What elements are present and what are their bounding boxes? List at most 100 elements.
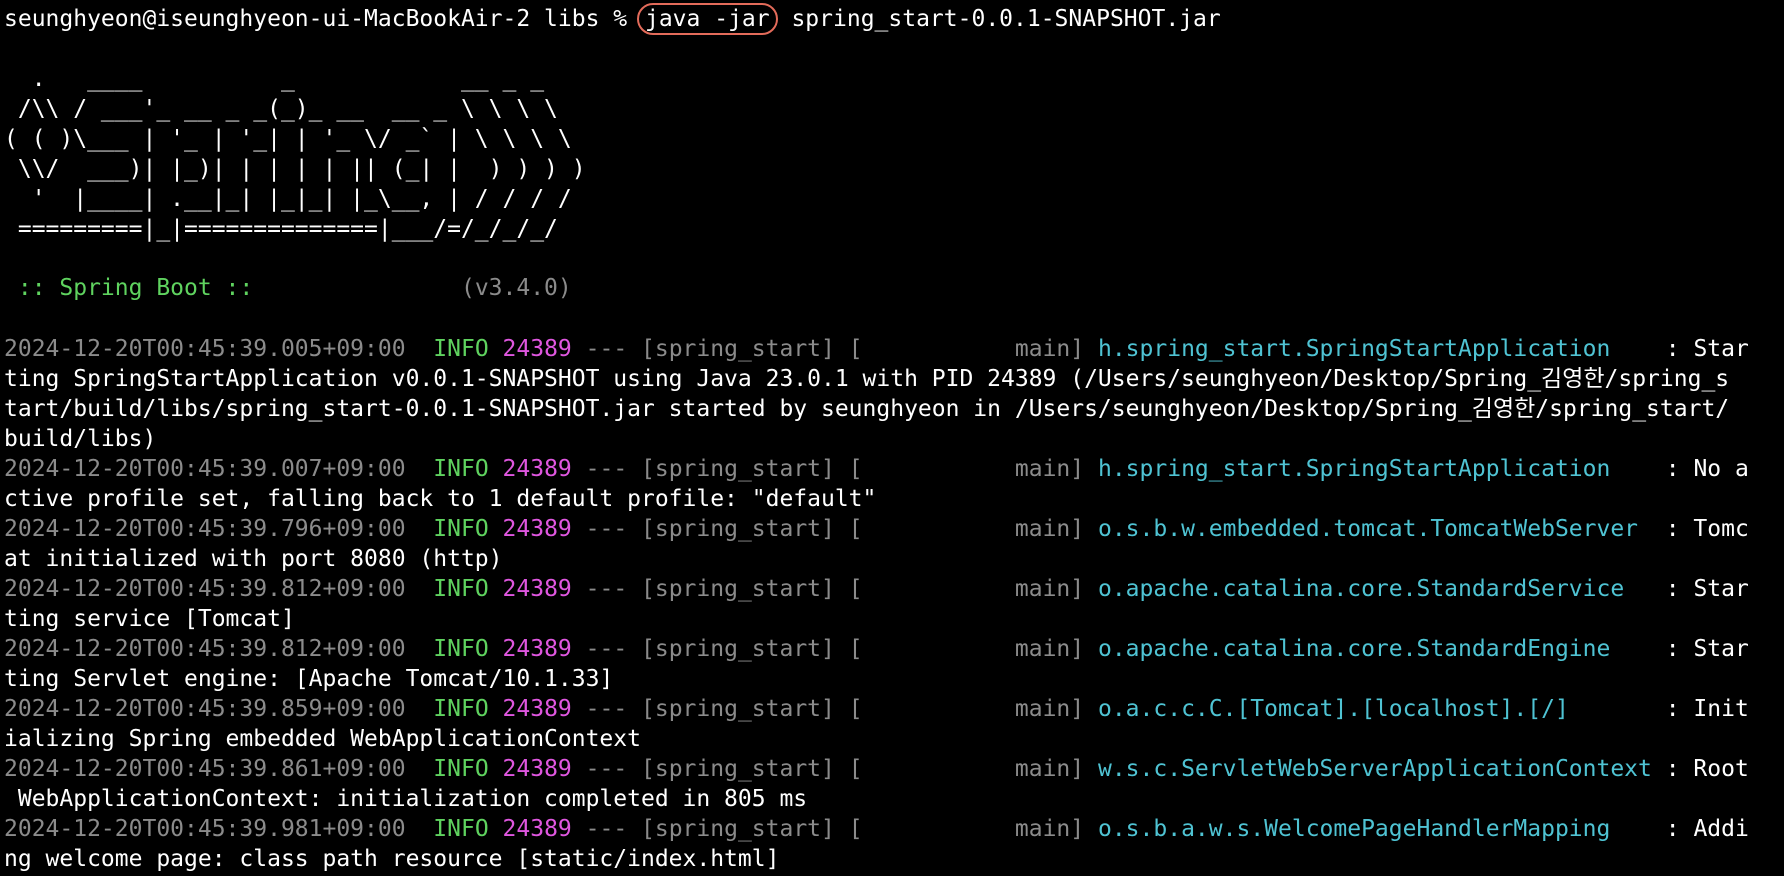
log-timestamp: 2024-12-20T00:45:39.981+09:00 (4, 816, 406, 842)
log-entry: 2024-12-20T00:45:39.812+09:00 INFO 24389… (4, 634, 1749, 664)
highlighted-command: java -jar (636, 3, 778, 35)
log-spacer (406, 516, 434, 542)
log-logger: h.spring_start.SpringStartApplication (1097, 336, 1611, 362)
shell-prompt: seunghyeon@iseunghyeon-ui-MacBookAir-2 l… (4, 6, 641, 32)
banner-line: /\\ / ___'_ __ _ _(_)_ __ __ _ \ \ \ \ (4, 96, 558, 122)
log-message: Root (1693, 756, 1749, 782)
log-logger: o.s.b.a.w.s.WelcomePageHandlerMapping (1097, 816, 1611, 842)
spring-ascii-banner: . ____ _ __ _ _ /\\ / ___'_ __ _ _(_)_ _… (4, 64, 586, 244)
log-spacer (489, 636, 503, 662)
log-spacer (406, 636, 434, 662)
log-message-continuation: tart/build/libs/spring_start-0.0.1-SNAPS… (4, 396, 1730, 422)
log-message: No a (1693, 456, 1749, 482)
log-thread: --- [spring_start] [ main] (571, 336, 1098, 362)
log-logger-separator: : (1624, 576, 1694, 602)
log-spacer (406, 336, 434, 362)
log-pid: 24389 (502, 456, 572, 482)
log-logger-separator: : (1638, 516, 1694, 542)
log-entry: 2024-12-20T00:45:39.859+09:00 INFO 24389… (4, 694, 1749, 724)
command-argument: spring_start-0.0.1-SNAPSHOT.jar (777, 6, 1221, 32)
log-logger-separator: : (1610, 816, 1694, 842)
log-message-continuation: ctive profile set, falling back to 1 def… (4, 486, 877, 512)
log-pid: 24389 (502, 636, 572, 662)
log-timestamp: 2024-12-20T00:45:39.859+09:00 (4, 696, 406, 722)
log-logger: w.s.c.ServletWebServerApplicationContext (1097, 756, 1652, 782)
log-spacer (489, 696, 503, 722)
log-entry: 2024-12-20T00:45:39.005+09:00 INFO 24389… (4, 334, 1749, 364)
log-timestamp: 2024-12-20T00:45:39.005+09:00 (4, 336, 406, 362)
log-level: INFO (433, 576, 489, 602)
log-message-continuation: ting Servlet engine: [Apache Tomcat/10.1… (4, 666, 614, 692)
banner-line: . ____ _ __ _ _ (4, 66, 545, 92)
banner-line: =========|_|==============|___/=/_/_/_/ (4, 216, 558, 242)
log-logger-separator: : (1610, 336, 1694, 362)
log-pid: 24389 (502, 756, 572, 782)
log-spacer (406, 816, 434, 842)
log-spacer (489, 516, 503, 542)
log-spacer (406, 576, 434, 602)
log-message-continuation: ting SpringStartApplication v0.0.1-SNAPS… (4, 366, 1730, 392)
log-pid: 24389 (502, 516, 572, 542)
log-thread: --- [spring_start] [ main] (571, 576, 1098, 602)
log-level: INFO (433, 636, 489, 662)
log-timestamp: 2024-12-20T00:45:39.861+09:00 (4, 756, 406, 782)
log-message: Init (1693, 696, 1749, 722)
banner-line: \\/ ___)| |_)| | | | | || (_| | ) ) ) ) (4, 156, 586, 182)
log-logger: o.a.c.c.C.[Tomcat].[localhost].[/] (1097, 696, 1569, 722)
log-pid: 24389 (502, 696, 572, 722)
log-message: Addi (1693, 816, 1749, 842)
log-logger: h.spring_start.SpringStartApplication (1097, 456, 1611, 482)
log-message-continuation: ializing Spring embedded WebApplicationC… (4, 726, 641, 752)
banner-line: ' |____| .__|_| |_|_| |_\__, | / / / / (4, 186, 572, 212)
log-entry: 2024-12-20T00:45:39.796+09:00 INFO 24389… (4, 514, 1749, 544)
log-level: INFO (433, 756, 489, 782)
log-logger-separator: : (1651, 756, 1694, 782)
log-message-continuation: ting service [Tomcat] (4, 606, 295, 632)
log-spacer (406, 756, 434, 782)
log-logger-separator: : (1610, 636, 1694, 662)
log-pid: 24389 (502, 576, 572, 602)
log-level: INFO (433, 456, 489, 482)
log-level: INFO (433, 696, 489, 722)
log-spacer (489, 756, 503, 782)
log-spacer (406, 456, 434, 482)
log-timestamp: 2024-12-20T00:45:39.796+09:00 (4, 516, 406, 542)
log-spacer (489, 816, 503, 842)
log-entry: 2024-12-20T00:45:39.981+09:00 INFO 24389… (4, 814, 1749, 844)
log-logger-separator: : (1568, 696, 1694, 722)
log-spacer (489, 456, 503, 482)
banner-line: ( ( )\___ | '_ | '_| | '_ \/ _` | \ \ \ … (4, 126, 572, 152)
spring-boot-version-line: :: Spring Boot :: (v3.4.0) (4, 273, 572, 303)
log-spacer (489, 336, 503, 362)
log-spacer (489, 576, 503, 602)
log-message: Star (1693, 636, 1749, 662)
log-message: Star (1693, 576, 1749, 602)
log-timestamp: 2024-12-20T00:45:39.812+09:00 (4, 576, 406, 602)
log-logger: o.s.b.w.embedded.tomcat.TomcatWebServer (1097, 516, 1639, 542)
command-line: seunghyeon@iseunghyeon-ui-MacBookAir-2 l… (4, 3, 1221, 35)
log-level: INFO (433, 336, 489, 362)
log-timestamp: 2024-12-20T00:45:39.812+09:00 (4, 636, 406, 662)
log-thread: --- [spring_start] [ main] (571, 696, 1098, 722)
log-pid: 24389 (502, 336, 572, 362)
log-message-continuation: WebApplicationContext: initialization co… (4, 786, 808, 812)
log-thread: --- [spring_start] [ main] (571, 756, 1098, 782)
log-logger: o.apache.catalina.core.StandardEngine (1097, 636, 1611, 662)
spring-boot-label: :: Spring Boot :: (4, 275, 268, 301)
log-message: Tomc (1693, 516, 1749, 542)
log-pid: 24389 (502, 816, 572, 842)
log-entry: 2024-12-20T00:45:39.007+09:00 INFO 24389… (4, 454, 1749, 484)
log-level: INFO (433, 816, 489, 842)
log-message-continuation: ng welcome page: class path resource [st… (4, 846, 780, 872)
spring-boot-version: (v3.4.0) (267, 275, 572, 301)
log-spacer (406, 696, 434, 722)
log-message-continuation: at initialized with port 8080 (http) (4, 546, 503, 572)
log-entry: 2024-12-20T00:45:39.812+09:00 INFO 24389… (4, 574, 1749, 604)
log-logger-separator: : (1610, 456, 1694, 482)
log-message-continuation: build/libs) (4, 426, 157, 452)
terminal-window[interactable]: seunghyeon@iseunghyeon-ui-MacBookAir-2 l… (0, 0, 1784, 876)
log-logger: o.apache.catalina.core.StandardService (1097, 576, 1625, 602)
log-thread: --- [spring_start] [ main] (571, 636, 1098, 662)
log-thread: --- [spring_start] [ main] (571, 456, 1098, 482)
log-entry: 2024-12-20T00:45:39.861+09:00 INFO 24389… (4, 754, 1749, 784)
